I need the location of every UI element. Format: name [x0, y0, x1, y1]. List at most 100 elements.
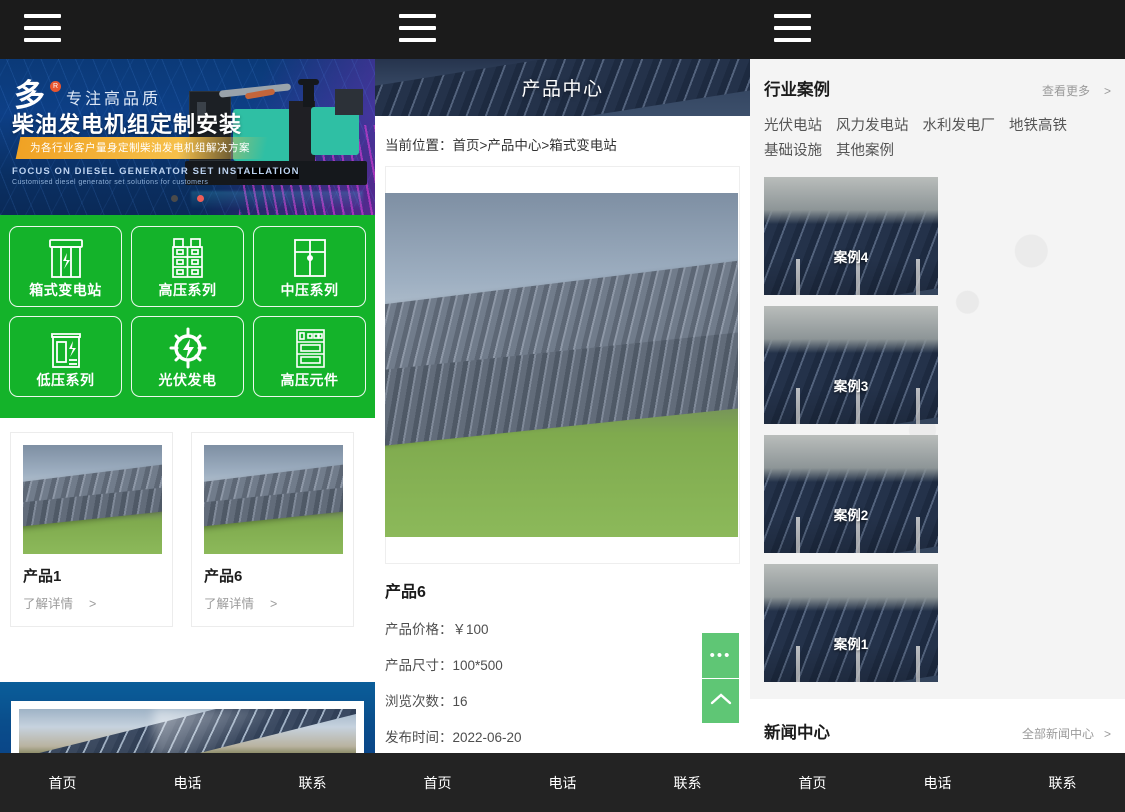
view-more-link[interactable]: 查看更多 >: [1042, 82, 1111, 99]
bottom-nav-bar: 首页 电话 联系 首页 电话 联系 首页 电话 联系: [0, 753, 1125, 812]
page-banner: 产品中心: [375, 59, 750, 116]
case-category-links: 光伏电站 风力发电站 水利发电厂 地铁高铁 基础设施 其他案例: [764, 114, 1111, 165]
ellipsis-icon: •••: [709, 647, 732, 664]
category-tile-medium-voltage[interactable]: 中压系列: [253, 226, 366, 307]
product-attr-value: 100*500: [452, 658, 503, 673]
page-title: 产品中心: [521, 79, 604, 100]
case-thumbnail-grid: 案例4 案例3 案例2 案例1: [764, 176, 1111, 682]
product-attr-value: 2022-06-20: [452, 730, 522, 745]
hero-banner[interactable]: 多 R 专注高品质 柴油发电机组定制安装 为各行业客户量身定制柴油发电机组解决方…: [0, 59, 375, 215]
product-attr-label: 产品价格：: [385, 622, 453, 637]
product-main-image[interactable]: [385, 193, 738, 537]
bottom-nav-phone[interactable]: 电话: [500, 753, 625, 812]
industry-cases-section: 行业案例 查看更多 > 光伏电站 风力发电站 水利发电厂 地铁高铁 基础设施 其他案例 案…: [750, 59, 1125, 699]
banner-headline: 柴油发电机组定制安装: [12, 112, 243, 137]
category-tile-high-voltage[interactable]: 高压系列: [131, 226, 244, 307]
chevron-right-icon: >: [1103, 726, 1111, 741]
product-attr-label: 发布时间：: [385, 730, 453, 745]
bottom-nav-contact[interactable]: 联系: [1000, 753, 1125, 812]
product-card-title: 产品1: [23, 568, 62, 585]
product-attr-row: 产品价格：￥100: [385, 618, 740, 638]
substation-box-icon: [44, 234, 88, 285]
hamburger-menu-icon[interactable]: [774, 14, 811, 45]
hamburger-menu-icon[interactable]: [399, 14, 436, 45]
breadcrumb[interactable]: 当前位置：首页>产品中心>箱式变电站: [375, 116, 750, 166]
bottom-nav-segment: 首页 电话 联系: [750, 753, 1125, 812]
bottom-nav-home[interactable]: 首页: [375, 753, 500, 812]
banner-pagination[interactable]: [0, 189, 375, 207]
case-thumbnail[interactable]: 案例2: [764, 434, 938, 553]
bottom-nav-contact[interactable]: 联系: [625, 753, 750, 812]
case-thumbnail-label: 案例4: [833, 249, 869, 265]
product-attr-row: 产品尺寸：100*500: [385, 654, 740, 674]
bottom-card-image: [19, 709, 356, 753]
more-options-button[interactable]: •••: [702, 633, 739, 678]
hamburger-menu-icon[interactable]: [24, 14, 61, 45]
product-card-more[interactable]: 了解详情 >: [204, 593, 341, 612]
product-card-more[interactable]: 了解详情 >: [23, 593, 160, 612]
bottom-nav-phone[interactable]: 电话: [125, 753, 250, 812]
bottom-nav-home[interactable]: 首页: [750, 753, 875, 812]
low-voltage-cabinet-icon: [44, 324, 88, 375]
product-attr-row: 发布时间：2022-06-20: [385, 726, 740, 746]
product-card[interactable]: 产品6 了解详情 >: [191, 432, 354, 627]
bottom-blue-section: [0, 682, 375, 753]
product-attr-label: 浏览次数：: [385, 694, 453, 709]
product-thumbnail: [204, 445, 343, 554]
case-tag-link[interactable]: 光伏电站: [764, 118, 822, 134]
high-voltage-component-icon: [288, 324, 332, 375]
bottom-nav-contact[interactable]: 联系: [250, 753, 375, 812]
chevron-right-icon: >: [270, 597, 278, 611]
top-bar: [0, 0, 1125, 59]
product-card-title: 产品6: [204, 568, 243, 585]
banner-dot-active[interactable]: [196, 195, 204, 202]
category-tile-substation[interactable]: 箱式变电站: [9, 226, 122, 307]
column-product-detail: 产品中心 当前位置：首页>产品中心>箱式变电站 产品6 产品价格：￥100 产品…: [375, 59, 750, 753]
banner-dot[interactable]: [171, 195, 179, 202]
bottom-nav-segment: 首页 电话 联系: [375, 753, 750, 812]
product-attr-row: 浏览次数：16: [385, 690, 740, 710]
breadcrumb-prefix: 当前位置：: [385, 138, 453, 153]
news-section: 新闻中心 全部新闻中心> 公司动态|2022-06-20 高空作业设备配套安全设…: [750, 699, 1125, 753]
bottom-nav-segment: 首页 电话 联系: [0, 753, 375, 812]
product-card-more-label: 了解详情: [23, 597, 74, 611]
case-thumbnail[interactable]: 案例3: [764, 305, 938, 424]
banner-en-sub: Customised diesel generator set solution…: [12, 179, 209, 186]
product-card-list: 产品1 了解详情 > 产品6 了解详情 >: [0, 418, 375, 627]
all-news-label: 全部新闻中心: [1021, 726, 1094, 741]
brand-logo-badge: R: [50, 81, 61, 92]
category-grid: 箱式变电站 高压系列 中压系列 低压系列 光伏发电 高压元件: [0, 215, 375, 418]
all-news-link[interactable]: 全部新闻中心 >: [1022, 725, 1111, 742]
product-card[interactable]: 产品1 了解详情 >: [10, 432, 173, 627]
banner-en-title: FOCUS ON DIESEL GENERATOR SET INSTALLATI…: [12, 166, 300, 177]
case-tag-link[interactable]: 风力发电站: [836, 118, 909, 134]
case-thumbnail[interactable]: 案例1: [764, 563, 938, 682]
case-tag-link[interactable]: 地铁高铁: [1009, 118, 1067, 134]
column-cases-news: 行业案例 查看更多 > 光伏电站 风力发电站 水利发电厂 地铁高铁 基础设施 其他案例 案…: [750, 59, 1125, 753]
category-tile-solar[interactable]: 光伏发电: [131, 316, 244, 397]
case-tag-link[interactable]: 其他案例: [836, 143, 894, 159]
bottom-nav-home[interactable]: 首页: [0, 753, 125, 812]
product-image-frame: [385, 166, 740, 564]
case-tag-link[interactable]: 基础设施: [764, 143, 822, 159]
chevron-up-icon: [710, 691, 732, 712]
back-to-top-button[interactable]: [702, 678, 739, 723]
section-header: 行业案例 查看更多 >: [764, 76, 1111, 100]
category-tile-hv-component[interactable]: 高压元件: [253, 316, 366, 397]
product-thumbnail: [23, 445, 162, 554]
product-attr-value: 16: [452, 694, 468, 709]
bottom-white-card: [11, 701, 364, 753]
floating-action-buttons: •••: [702, 633, 739, 723]
bottom-nav-phone[interactable]: 电话: [875, 753, 1000, 812]
screenshot-viewport: 多 R 专注高品质 柴油发电机组定制安装 为各行业客户量身定制柴油发电机组解决方…: [0, 0, 1125, 812]
category-row: 低压系列 光伏发电 高压元件: [9, 316, 366, 397]
category-tile-low-voltage[interactable]: 低压系列: [9, 316, 122, 397]
product-name: 产品6: [385, 584, 426, 601]
breadcrumb-path[interactable]: 首页>产品中心>箱式变电站: [453, 138, 617, 153]
product-detail: 产品6 产品价格：￥100 产品尺寸：100*500 浏览次数：16 发布时间：…: [375, 564, 750, 746]
banner-ribbon-text: 为各行业客户量身定制柴油发电机组解决方案: [30, 142, 250, 154]
high-voltage-cabinet-icon: [166, 234, 210, 285]
case-thumbnail[interactable]: 案例4: [764, 176, 938, 295]
case-tag-link[interactable]: 水利发电厂: [923, 118, 996, 134]
case-thumbnail-label: 案例2: [833, 507, 869, 523]
